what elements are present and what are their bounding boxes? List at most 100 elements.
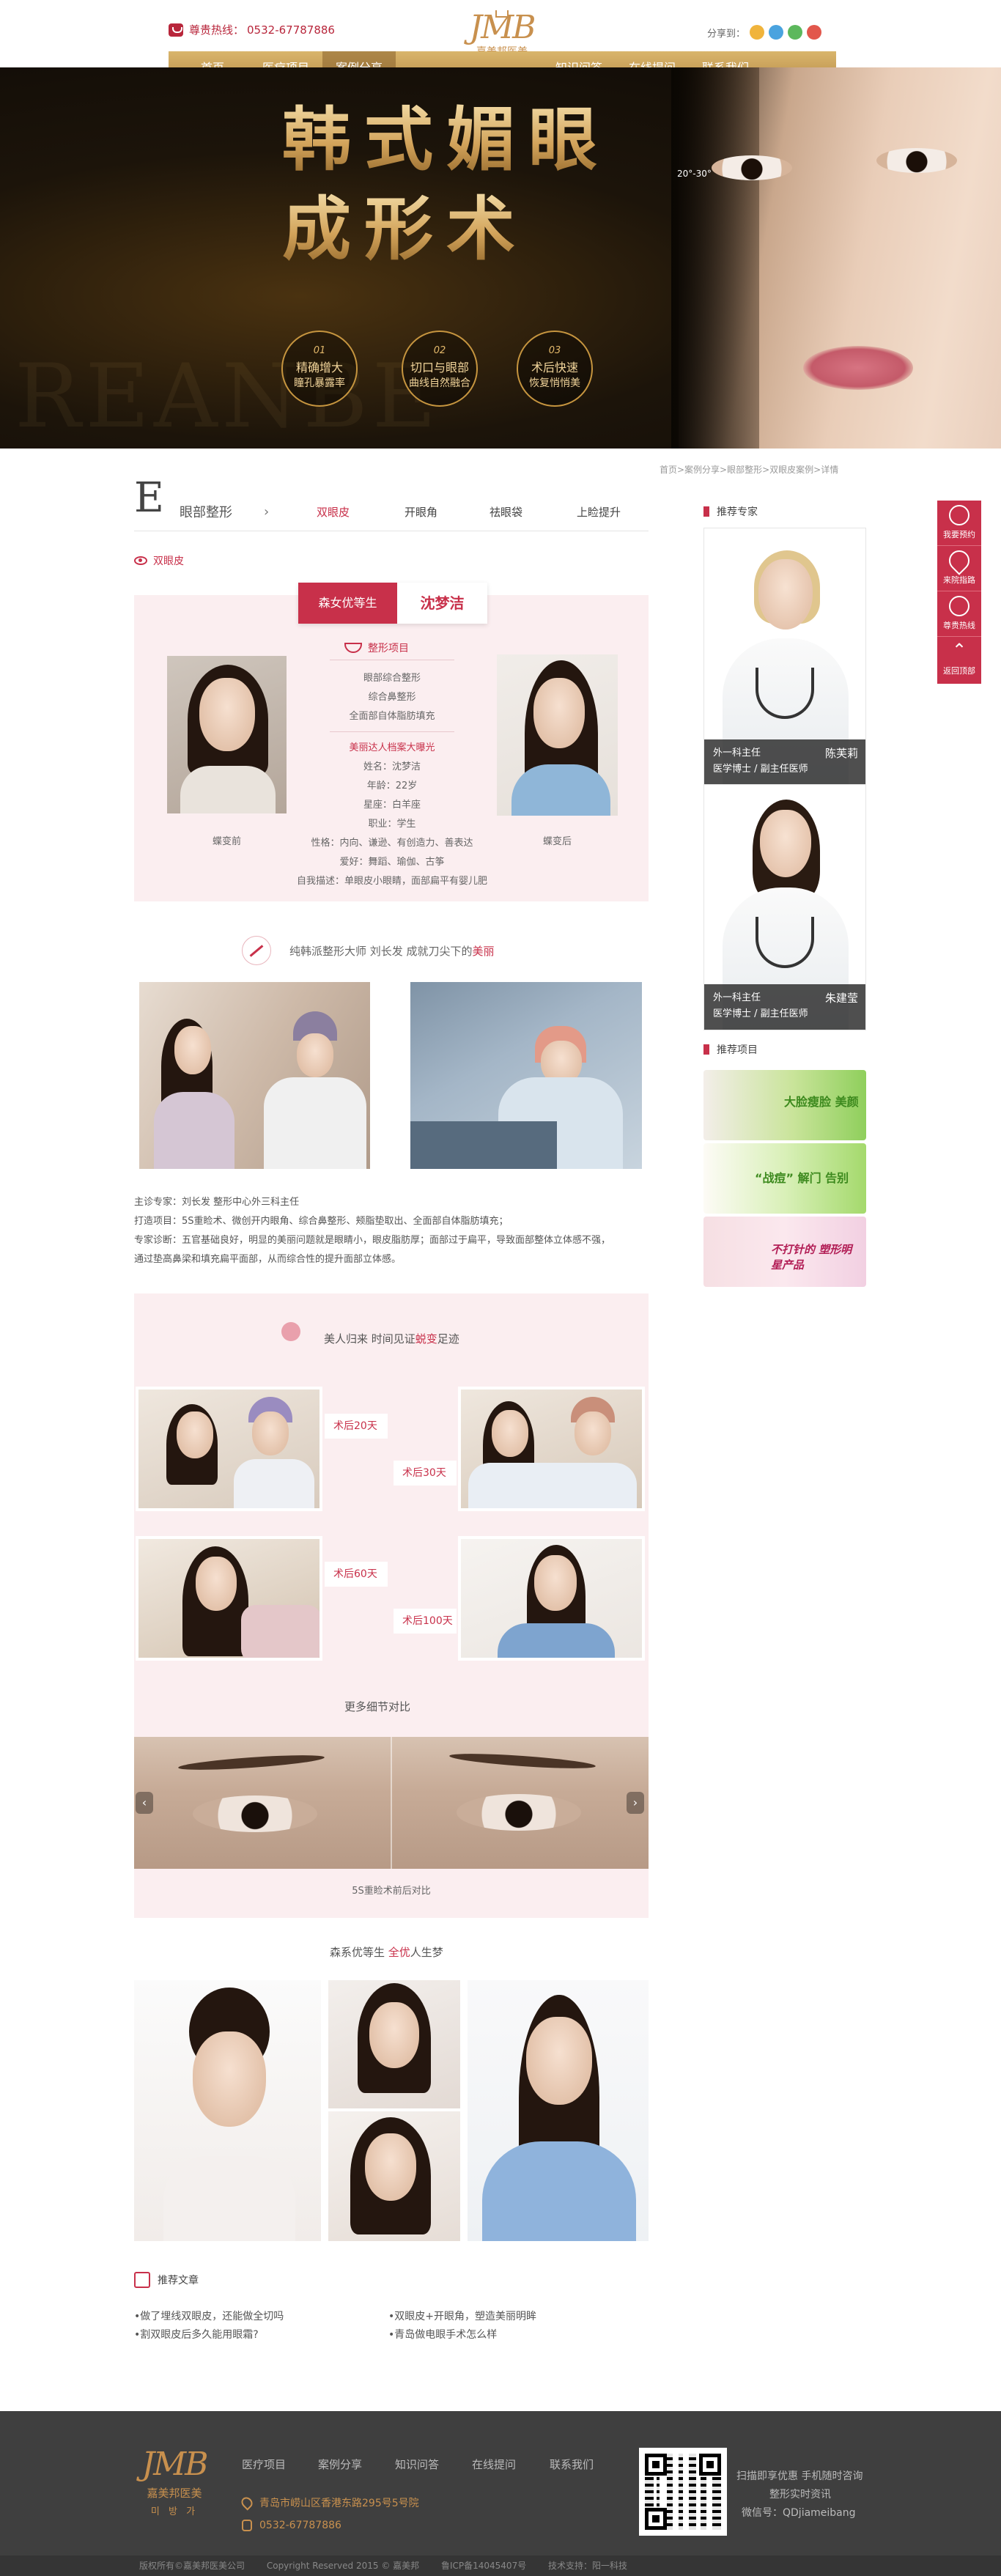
footer-phone[interactable]: 0532-67787886 — [242, 2520, 341, 2531]
project-title: 整形项目 — [344, 641, 409, 655]
description-line: 打造项目：5S重睑术、微创开内眼角、综合鼻整形、颊脂垫取出、全面部自体脂肪填充； — [134, 1216, 509, 1227]
timeline-label: 术后100天 — [394, 1609, 457, 1634]
comparison-caption: 5S重睑术前后对比 — [352, 1886, 431, 1897]
timeline-photo-60d — [136, 1536, 322, 1661]
promo-banner-3[interactable]: 不打针的 塑形明星产品 — [703, 1217, 866, 1287]
float-back-top[interactable]: ⌃ 返回顶部 — [937, 637, 981, 682]
section-letter: E — [134, 474, 164, 522]
feature-circle-1: 01 精确增大 瞳孔暴露率 — [281, 331, 358, 407]
brow-left — [177, 1752, 325, 1773]
promo-text: 不打针的 塑形明星产品 — [771, 1243, 852, 1272]
feature-line2: 瞳孔暴露率 — [294, 377, 345, 389]
eye-before — [193, 1796, 317, 1832]
qzone-icon[interactable] — [750, 25, 765, 40]
article-link[interactable]: •割双眼皮后多久能用眼霜? — [134, 2327, 259, 2341]
chevron-right-icon: › — [264, 504, 270, 520]
eye-after — [457, 1794, 581, 1831]
tab-double-eyelid[interactable]: 双眼皮 — [317, 504, 350, 520]
timeline-label: 术后30天 — [394, 1461, 457, 1486]
description-line: 专家诊断：五官基础良好，明显的美丽问题就是眼睛小，眼皮脂肪厚；面部过于扁平，导致… — [134, 1235, 611, 1246]
after-caption: 蝶变后 — [542, 836, 572, 847]
experts-heading: 推荐专家 — [703, 504, 758, 519]
feature-num: 01 — [313, 345, 326, 356]
footer-nav-qa[interactable]: 知识问答 — [395, 2457, 439, 2472]
phone-icon — [949, 596, 969, 616]
expert-name: 朱建莹 — [824, 992, 858, 1005]
profile-item: 年龄：22岁 — [366, 780, 418, 791]
model-eye-right — [876, 148, 957, 173]
share-label: 分享到： — [707, 28, 746, 40]
weibo-icon[interactable] — [807, 25, 822, 40]
profile-item: 爱好：舞蹈、瑜伽、古筝 — [339, 857, 445, 868]
wechat-qr-code — [639, 2448, 727, 2536]
tab-canthus[interactable]: 开眼角 — [405, 504, 437, 520]
slider-prev-arrow-icon[interactable]: ‹ — [136, 1792, 153, 1814]
float-label: 来院指路 — [943, 575, 975, 585]
hotline-number[interactable]: 0532-67787886 — [247, 23, 335, 37]
timeline-photo-30d — [458, 1387, 645, 1511]
case-tag-name: 沈梦洁 — [420, 594, 465, 612]
eye-comparison-slider[interactable] — [134, 1737, 649, 1869]
float-hotline[interactable]: 尊贵热线 — [937, 591, 981, 637]
footer-nav-ask[interactable]: 在线提问 — [472, 2457, 516, 2472]
tab-eye-bag[interactable]: 祛眼袋 — [490, 504, 522, 520]
project-title-text: 整形项目 — [368, 643, 409, 654]
footer-logo[interactable]: JMB 嘉美邦医美 미 방 가 — [134, 2444, 215, 2517]
profile-item: 星座：白羊座 — [363, 800, 421, 811]
promo-banner-1[interactable]: 大脸瘦脸 美颜 — [703, 1070, 866, 1140]
sub-heading: 双眼皮 — [134, 553, 184, 568]
article-link[interactable]: •青岛做电眼手术怎么样 — [388, 2327, 497, 2341]
before-photo — [167, 656, 287, 813]
footer-nav-cases[interactable]: 案例分享 — [318, 2457, 362, 2472]
promo-banner-2[interactable]: “战痘” 解门 告别 — [703, 1143, 866, 1214]
wechat-icon[interactable] — [788, 25, 803, 40]
float-directions[interactable]: 来院指路 — [937, 546, 981, 591]
article-link[interactable]: •做了埋线双眼皮，还能做全切吗 — [134, 2309, 284, 2323]
footer-address-text: 青岛市崂山区香港东路295号5号院 — [259, 2498, 419, 2509]
chat-icon — [949, 505, 969, 525]
project-item: 综合鼻整形 — [368, 692, 416, 703]
float-appointment[interactable]: 我要预约 — [937, 501, 981, 546]
brow-right — [448, 1751, 596, 1771]
tab-lid-lift[interactable]: 上睑提升 — [577, 504, 621, 520]
qq-icon[interactable] — [769, 25, 784, 40]
hotline[interactable]: 尊贵热线： 0532-67787886 — [169, 22, 335, 37]
compare-divider — [391, 1737, 392, 1869]
heading-bar-icon — [703, 506, 709, 517]
gallery-photo-4 — [468, 1980, 649, 2241]
project-item: 全面部自体脂肪填充 — [349, 711, 435, 722]
article-link[interactable]: •双眼皮+开眼角，塑造美丽明眸 — [388, 2309, 536, 2323]
footer-logo-mark: JMB — [141, 2446, 208, 2483]
footer-logo-name: 嘉美邦医美 — [147, 2487, 202, 2500]
description-line: 主诊专家：刘长发 整形中心外三科主任 — [134, 1197, 300, 1208]
feature-line2: 曲线自然融合 — [409, 377, 470, 389]
model-hair — [671, 67, 759, 449]
feature-line1: 切口与眼部 — [410, 361, 469, 374]
expert-plate: 外一科主任 医学博士 / 副主任医师 朱建莹 — [704, 984, 865, 1030]
copyright-text: Copyright Reserved 2015 © 嘉美邦 — [266, 2561, 420, 2571]
footer-nav-contact[interactable]: 联系我们 — [550, 2457, 594, 2472]
banner-bg-text: REANBE — [15, 346, 441, 448]
expert-card-1[interactable]: 外一科主任 医学博士 / 副主任医师 陈芙莉 — [703, 528, 866, 786]
banner-title-line1: 韩式媚眼 — [282, 95, 610, 185]
timeline-heading-prefix: 美人归来 时间见证 — [324, 1332, 415, 1346]
float-label: 返回顶部 — [943, 666, 975, 676]
articles-heading: 推荐文章 — [134, 2272, 199, 2288]
gallery-heading-prefix: 森系优等生 — [330, 1946, 388, 1959]
footer-logo-korean: 미 방 가 — [150, 2506, 199, 2517]
expert-card-2[interactable]: 外一科主任 医学博士 / 副主任医师 朱建莹 — [703, 784, 866, 1030]
breadcrumb[interactable]: 首页>案例分享>眼部整形>双眼皮案例>详情 — [660, 463, 838, 476]
profile-item: 姓名：沈梦洁 — [363, 761, 421, 772]
icp-text[interactable]: 鲁ICP备14045407号 — [441, 2561, 526, 2571]
slider-next-arrow-icon[interactable]: › — [627, 1792, 644, 1814]
tech-support-text[interactable]: 技术支持：阳一科技 — [548, 2561, 627, 2571]
projects-heading: 推荐项目 — [703, 1042, 758, 1057]
timeline-photo-20d — [136, 1387, 322, 1511]
projects-title: 推荐项目 — [717, 1044, 758, 1056]
footer-nav-medical[interactable]: 医疗项目 — [242, 2457, 286, 2472]
feature-num: 02 — [433, 345, 446, 356]
gallery-heading: 森系优等生 全优人生梦 — [330, 1944, 443, 1960]
footer-phone-text: 0532-67787886 — [259, 2520, 341, 2531]
experts-title: 推荐专家 — [717, 506, 758, 518]
scalpel-icon — [242, 936, 271, 965]
